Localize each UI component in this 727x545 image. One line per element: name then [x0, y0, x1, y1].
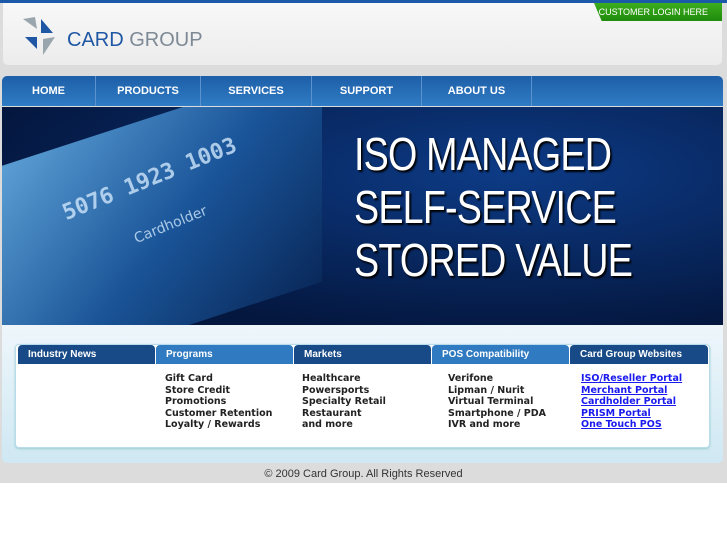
list-item: IVR and more	[448, 419, 521, 430]
logo-group: GROUP	[129, 28, 203, 51]
list-item: Verifone	[448, 373, 494, 384]
tab-programs[interactable]: Programs	[156, 345, 293, 364]
markets-list: Healthcare Powersports Specialty Retail …	[302, 373, 386, 431]
list-item: Store Credit	[165, 384, 231, 396]
pos-list: Verifone Lipman / Nurit Virtual Terminal…	[448, 373, 546, 431]
nav-services[interactable]: SERVICES	[201, 76, 312, 106]
logo-icon	[23, 17, 55, 55]
hero-banner: 5076 1923 1003 Cardholder ISO MANAGED SE…	[2, 107, 723, 325]
list-item: Promotions	[165, 396, 227, 407]
tab-markets[interactable]: Markets	[294, 345, 431, 364]
list-item: Specialty Retail	[302, 396, 386, 407]
list-item: Restaurant	[302, 407, 362, 419]
hero-line: ISO MANAGED	[354, 128, 612, 180]
customer-login-button[interactable]: CUSTOMER LOGIN HERE	[594, 3, 722, 21]
logo-brand: CARD	[67, 28, 124, 51]
credit-card-image	[2, 107, 322, 325]
tab-pos-compatibility[interactable]: POS Compatibility	[432, 345, 569, 364]
tab-card-group-websites[interactable]: Card Group Websites	[570, 345, 708, 364]
footer-copyright: © 2009 Card Group. All Rights Reserved	[264, 468, 463, 480]
list-item: Smartphone / PDA	[448, 407, 546, 419]
hero-line: STORED VALUE	[354, 234, 633, 286]
main-nav: HOME PRODUCTS SERVICES SUPPORT ABOUT US	[2, 76, 723, 106]
programs-list: Gift Card Store Credit Promotions Custom…	[165, 373, 272, 431]
iso-reseller-portal-link[interactable]: ISO/Reseller Portal	[581, 373, 682, 385]
merchant-portal-link[interactable]: Merchant Portal	[581, 385, 682, 397]
hero-line: SELF-SERVICE	[354, 181, 617, 233]
list-item: Healthcare	[302, 373, 361, 384]
prism-portal-link[interactable]: PRISM Portal	[581, 408, 682, 420]
nav-products[interactable]: PRODUCTS	[96, 76, 201, 106]
list-item: Loyalty / Rewards	[165, 419, 261, 430]
websites-list: ISO/Reseller Portal Merchant Portal Card…	[581, 373, 682, 431]
cardholder-portal-link[interactable]: Cardholder Portal	[581, 396, 682, 408]
list-item: Lipman / Nurit	[448, 384, 525, 396]
list-item: Virtual Terminal	[448, 396, 534, 407]
nav-home[interactable]: HOME	[2, 76, 96, 106]
list-item: Customer Retention	[165, 407, 273, 419]
nav-about-us[interactable]: ABOUT US	[422, 76, 532, 106]
logo[interactable]: CARD GROUP	[21, 15, 203, 57]
list-item: Powersports	[302, 384, 370, 396]
tab-industry-news[interactable]: Industry News	[18, 345, 155, 364]
list-item: and more	[302, 419, 353, 430]
one-touch-pos-link[interactable]: One Touch POS	[581, 419, 682, 431]
nav-support[interactable]: SUPPORT	[312, 76, 422, 106]
list-item: Gift Card	[165, 373, 213, 384]
